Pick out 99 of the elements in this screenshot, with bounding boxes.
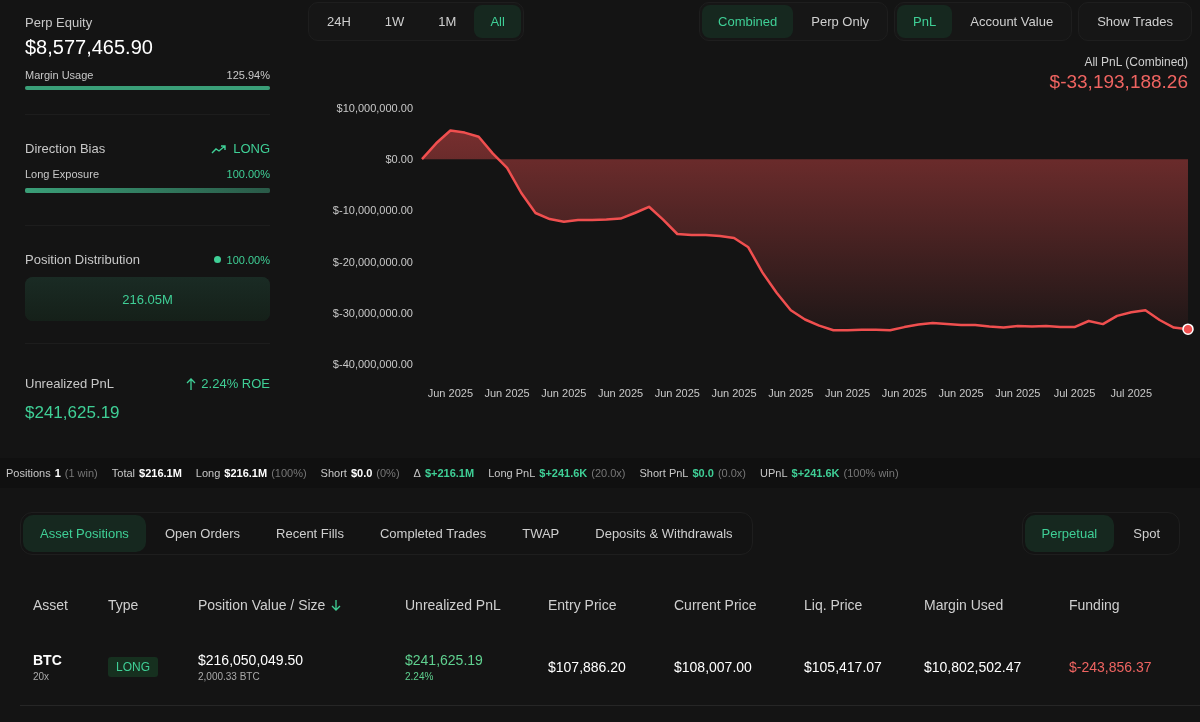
table-cell-text: $-243,856.37	[1069, 659, 1153, 675]
table-cell-text: $108,007.00	[674, 659, 753, 675]
perp-equity-value: $8,577,465.90	[25, 36, 154, 59]
trend-up-icon	[211, 143, 228, 154]
position-distribution-value: 100.00%	[226, 253, 270, 266]
pnl-total: $-33,193,188.26	[1048, 70, 1189, 93]
x-axis-label: Jun 2025	[938, 387, 984, 399]
column-header[interactable]: Unrealized PnL	[405, 597, 548, 613]
stat-note: (20.0x)	[591, 467, 626, 479]
direction-bias-label: Direction Bias	[25, 141, 106, 156]
y-axis-label: $-40,000,000.00	[332, 358, 413, 370]
toggle-option[interactable]: Account Value	[954, 5, 1070, 38]
x-axis-label: Jun 2025	[484, 387, 530, 399]
column-header[interactable]: Position Value / Size	[198, 597, 405, 613]
y-axis-label: $-20,000,000.00	[332, 255, 413, 268]
stat-label: Total	[111, 467, 136, 479]
stat-value: $0.0	[350, 467, 373, 479]
roe-value: 2.24% ROE	[201, 376, 270, 391]
table-cell-text: $105,417.07	[804, 659, 883, 675]
toggle-option[interactable]: 1M	[422, 5, 473, 38]
toggle-option[interactable]: Combined	[702, 5, 794, 38]
table-cell-text: $216,050,049.50	[198, 652, 305, 668]
long-exposure-label: Long Exposure	[25, 168, 99, 180]
stat-note: (100%)	[271, 467, 307, 479]
perp-equity-label: Perp Equity	[25, 15, 94, 30]
x-axis-label: Jul 2025	[1110, 387, 1153, 399]
table-cell-text: $107,886.20	[548, 659, 627, 675]
long-exposure-value: 100.00%	[226, 168, 270, 180]
stat-label: Δ	[413, 467, 421, 479]
stat-note: (1 win)	[64, 467, 98, 479]
x-axis-label: Jun 2025	[995, 387, 1041, 399]
tab[interactable]: TWAP	[505, 515, 577, 552]
x-axis-label: Jun 2025	[768, 387, 814, 399]
stat-note: (100% win)	[843, 467, 899, 479]
status-dot-icon	[213, 256, 221, 263]
x-axis-label: Jun 2025	[654, 387, 700, 399]
stat-label: Long PnL	[488, 467, 536, 479]
unrealized-pnl-value: $241,625.19	[25, 403, 121, 423]
stat-value: $+241.6K	[791, 467, 840, 479]
pnl-caption: All PnL (Combined)	[1083, 54, 1189, 69]
stat-value: $216.1M	[139, 467, 182, 479]
x-axis-label: Jul 2025	[1053, 387, 1096, 399]
column-header[interactable]: Funding	[1069, 597, 1189, 613]
sort-arrow-icon	[331, 599, 342, 611]
stat-label: Positions	[6, 467, 51, 479]
direction-bias-value: LONG	[233, 141, 270, 156]
stat-label: Long	[195, 467, 221, 479]
tab[interactable]: Perpetual	[1024, 515, 1115, 552]
column-header[interactable]: Entry Price	[548, 597, 674, 613]
stat-label: Short PnL	[639, 467, 689, 479]
table-cell-text: $10,802,502.47	[924, 659, 1023, 675]
column-header[interactable]: Current Price	[674, 597, 804, 613]
position-distribution-label: Position Distribution	[25, 252, 140, 267]
tab[interactable]: Recent Fills	[259, 515, 361, 552]
stat-value: $+216.1M	[424, 467, 475, 479]
column-header[interactable]: Margin Used	[924, 597, 1069, 613]
x-axis-label: Jun 2025	[881, 387, 927, 399]
last-point-marker[interactable]	[1182, 323, 1194, 335]
stat-label: UPnL	[760, 467, 788, 479]
table-subvalue: 2,000.33 BTC	[198, 671, 261, 682]
distribution-segment: 216.05M	[25, 277, 270, 321]
stat-label: Short	[320, 467, 347, 479]
x-axis-label: Jun 2025	[824, 387, 871, 399]
toggle-option[interactable]: PnL	[897, 5, 953, 38]
y-axis-label: $-30,000,000.00	[332, 306, 413, 319]
tab[interactable]: Deposits & Withdrawals	[578, 515, 750, 552]
x-axis-label: Jun 2025	[541, 387, 587, 399]
x-axis-label: Jun 2025	[711, 387, 757, 399]
column-header[interactable]: Liq. Price	[804, 597, 924, 613]
toggle-option[interactable]: Perp Only	[795, 5, 886, 38]
x-axis-label: Jun 2025	[427, 387, 473, 399]
stat-value: $+241.6K	[539, 467, 588, 479]
tab[interactable]: Open Orders	[147, 515, 258, 552]
tab[interactable]: Asset Positions	[23, 515, 146, 552]
tab[interactable]: Spot	[1116, 515, 1177, 552]
margin-usage-value: 125.94%	[226, 69, 270, 81]
asset-name: BTC	[33, 652, 63, 668]
column-header[interactable]: Asset	[33, 597, 108, 613]
unrealized-pnl-label: Unrealized PnL	[25, 376, 114, 391]
stat-note: (0%)	[376, 467, 400, 479]
stat-value: $0.0	[692, 467, 714, 479]
margin-usage-label: Margin Usage	[25, 69, 94, 81]
toggle-option[interactable]: 1W	[368, 5, 421, 38]
y-axis-label: $-10,000,000.00	[332, 204, 413, 217]
table-cell-text: $241,625.19	[405, 652, 484, 668]
y-axis-label: $0.00	[385, 153, 413, 166]
side-badge: LONG	[108, 657, 158, 677]
arrow-up-icon	[186, 377, 197, 390]
leverage: 20x	[33, 671, 51, 682]
tab[interactable]: Completed Trades	[362, 515, 504, 552]
column-header[interactable]: Type	[108, 597, 198, 613]
toggle-option[interactable]: All	[474, 5, 521, 38]
table-subvalue: 2.24%	[405, 671, 435, 682]
stat-value: 1	[54, 467, 61, 479]
x-axis-label: Jun 2025	[597, 387, 644, 399]
stat-note: (0.0x)	[717, 467, 746, 479]
y-axis-label: $10,000,000.00	[336, 102, 413, 114]
stat-value: $216.1M	[224, 467, 268, 479]
toggle-option[interactable]: 24H	[311, 5, 367, 38]
